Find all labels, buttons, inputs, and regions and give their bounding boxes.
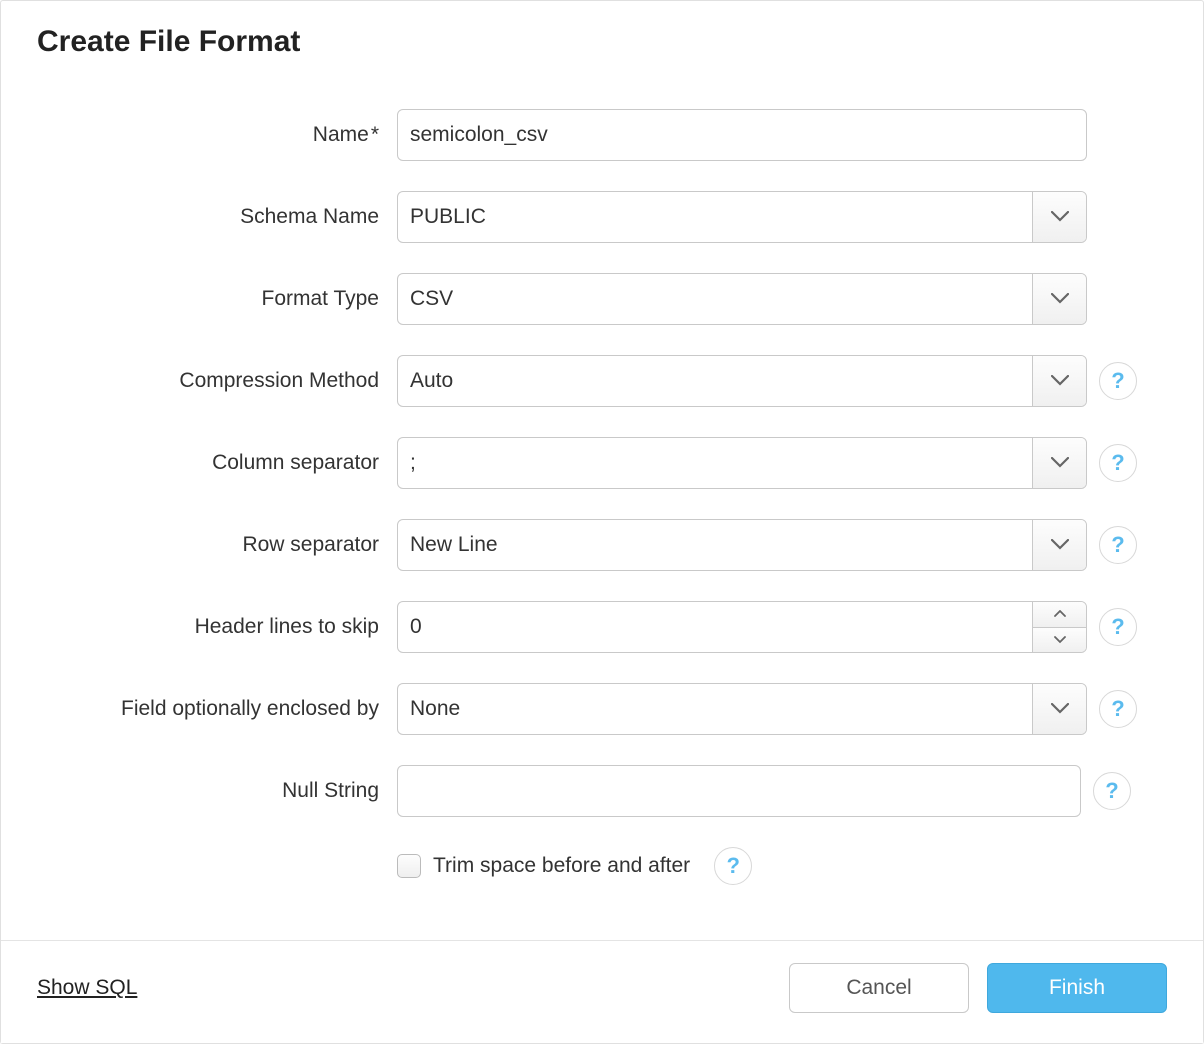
compression-method-value: Auto <box>398 356 1032 406</box>
format-type-value: CSV <box>398 274 1032 324</box>
header-lines-up-button[interactable] <box>1033 602 1086 627</box>
help-icon: ? <box>1105 778 1118 804</box>
header-lines-down-button[interactable] <box>1033 627 1086 653</box>
help-icon: ? <box>1111 532 1124 558</box>
field-enclosed-value: None <box>398 684 1032 734</box>
field-enclosed-label: Field optionally enclosed by <box>37 697 397 721</box>
row-separator-label: Row separator <box>37 533 397 557</box>
name-input[interactable] <box>397 109 1087 161</box>
row-separator-value: New Line <box>398 520 1032 570</box>
chevron-down-icon <box>1051 211 1069 223</box>
schema-name-row: Schema Name PUBLIC <box>37 191 1167 243</box>
compression-method-dropdown-button[interactable] <box>1032 356 1086 406</box>
trim-space-help-button[interactable]: ? <box>714 847 752 885</box>
schema-name-select[interactable]: PUBLIC <box>397 191 1087 243</box>
header-lines-label: Header lines to skip <box>37 615 397 639</box>
row-separator-help-button[interactable]: ? <box>1099 526 1137 564</box>
field-enclosed-dropdown-button[interactable] <box>1032 684 1086 734</box>
trim-space-checkbox[interactable] <box>397 854 421 878</box>
null-string-label: Null String <box>37 779 397 803</box>
column-separator-select[interactable]: ; <box>397 437 1087 489</box>
chevron-down-icon <box>1051 293 1069 305</box>
header-lines-row: Header lines to skip 0 ? <box>37 601 1167 653</box>
row-separator-dropdown-button[interactable] <box>1032 520 1086 570</box>
cancel-button[interactable]: Cancel <box>789 963 969 1013</box>
format-type-label: Format Type <box>37 287 397 311</box>
finish-button[interactable]: Finish <box>987 963 1167 1013</box>
format-type-dropdown-button[interactable] <box>1032 274 1086 324</box>
help-icon: ? <box>1111 450 1124 476</box>
compression-help-button[interactable]: ? <box>1099 362 1137 400</box>
name-label: Name* <box>37 123 397 147</box>
dialog-title: Create File Format <box>37 25 1167 59</box>
chevron-down-icon <box>1051 539 1069 551</box>
compression-method-label: Compression Method <box>37 369 397 393</box>
help-icon: ? <box>1111 696 1124 722</box>
schema-name-value: PUBLIC <box>398 192 1032 242</box>
schema-name-dropdown-button[interactable] <box>1032 192 1086 242</box>
dialog-content: Create File Format Name* Schema Name PUB… <box>1 1 1203 940</box>
chevron-up-icon <box>1054 610 1066 618</box>
chevron-down-icon <box>1051 703 1069 715</box>
create-file-format-dialog: Create File Format Name* Schema Name PUB… <box>0 0 1204 1044</box>
compression-method-row: Compression Method Auto ? <box>37 355 1167 407</box>
header-lines-help-button[interactable]: ? <box>1099 608 1137 646</box>
field-enclosed-help-button[interactable]: ? <box>1099 690 1137 728</box>
help-icon: ? <box>726 853 739 879</box>
field-enclosed-row: Field optionally enclosed by None ? <box>37 683 1167 735</box>
name-row: Name* <box>37 109 1167 161</box>
null-string-input[interactable] <box>397 765 1081 817</box>
schema-name-label: Schema Name <box>37 205 397 229</box>
header-lines-stepper[interactable]: 0 <box>397 601 1087 653</box>
trim-space-label: Trim space before and after <box>433 854 690 878</box>
header-lines-value: 0 <box>398 602 1032 652</box>
field-enclosed-select[interactable]: None <box>397 683 1087 735</box>
null-string-help-button[interactable]: ? <box>1093 772 1131 810</box>
column-separator-help-button[interactable]: ? <box>1099 444 1137 482</box>
help-icon: ? <box>1111 614 1124 640</box>
row-separator-row: Row separator New Line ? <box>37 519 1167 571</box>
chevron-down-icon <box>1051 457 1069 469</box>
chevron-down-icon <box>1054 636 1066 644</box>
column-separator-label: Column separator <box>37 451 397 475</box>
help-icon: ? <box>1111 368 1124 394</box>
chevron-down-icon <box>1051 375 1069 387</box>
null-string-row: Null String ? <box>37 765 1167 817</box>
compression-method-select[interactable]: Auto <box>397 355 1087 407</box>
show-sql-link[interactable]: Show SQL <box>37 976 137 1000</box>
column-separator-value: ; <box>398 438 1032 488</box>
dialog-footer: Show SQL Cancel Finish <box>1 940 1203 1043</box>
column-separator-row: Column separator ; ? <box>37 437 1167 489</box>
format-type-select[interactable]: CSV <box>397 273 1087 325</box>
row-separator-select[interactable]: New Line <box>397 519 1087 571</box>
trim-space-row: Trim space before and after ? <box>397 847 1167 885</box>
column-separator-dropdown-button[interactable] <box>1032 438 1086 488</box>
format-type-row: Format Type CSV <box>37 273 1167 325</box>
